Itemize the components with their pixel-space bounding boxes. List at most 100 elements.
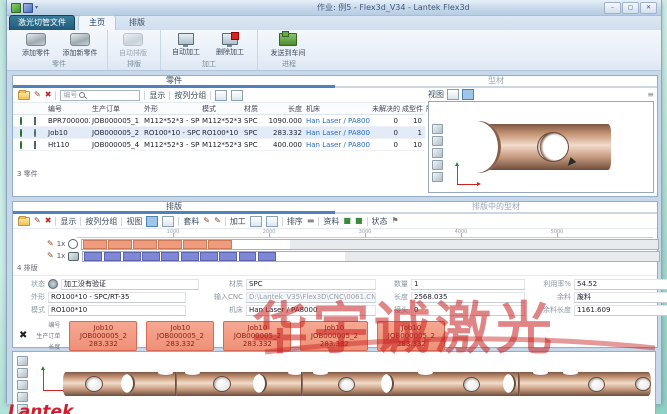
bar-view-icon[interactable] (146, 216, 158, 227)
tab-home[interactable]: 主页 (78, 15, 116, 30)
edit-icon[interactable]: ✎ (34, 91, 41, 99)
delete-icon[interactable]: ✖ (45, 217, 52, 225)
table-view-icon[interactable] (162, 216, 174, 227)
table-row[interactable]: Ht110JOB000005_4M112*52*3 - SPCM112*52*3… (13, 139, 425, 151)
open-icon[interactable] (18, 217, 30, 226)
nest-segment[interactable] (183, 240, 206, 249)
nest-segment[interactable] (84, 252, 102, 261)
show-button[interactable]: 显示 (60, 216, 76, 227)
auto-nest-button[interactable]: 自动排版 (112, 32, 154, 58)
nest-segment[interactable] (133, 240, 156, 249)
job-card[interactable]: Job10JOB000005_2283.332 (223, 321, 291, 351)
tab-profiles[interactable]: 型材 (335, 76, 657, 88)
machining2-icon[interactable] (266, 216, 278, 227)
save-icon[interactable] (23, 3, 33, 13)
info-value[interactable]: 54.52 (574, 279, 667, 290)
list-view-icon[interactable] (215, 90, 227, 101)
zoom-icon[interactable] (432, 148, 443, 158)
show-button[interactable]: 显示 (149, 90, 165, 101)
nest-segment[interactable] (258, 252, 276, 261)
nest-segment[interactable] (219, 252, 237, 261)
nest-bar-track[interactable] (82, 251, 660, 262)
info-value[interactable]: 废料 (574, 292, 667, 303)
info-value[interactable]: 0 (411, 305, 525, 316)
view-3d-icon[interactable] (462, 89, 474, 100)
zoom-icon[interactable] (17, 380, 28, 390)
info-value[interactable]: 1161.609 (574, 305, 667, 316)
info-value[interactable]: D:\Lantek_V35\Flex3D\CNC\0061.CNC (246, 292, 376, 303)
info-value[interactable]: SPC (246, 279, 376, 290)
minimize-button[interactable]: – (604, 2, 621, 14)
nest-segment[interactable] (158, 240, 181, 249)
nest-row[interactable]: ✎1x (13, 250, 657, 262)
cube-icon[interactable] (17, 392, 28, 402)
machining-icon[interactable] (250, 216, 262, 227)
nest-3d-view[interactable] (12, 351, 656, 414)
data2-icon[interactable]: ■ (355, 217, 363, 225)
nest-segment[interactable] (208, 240, 231, 249)
auto-machine-button[interactable]: 自动加工 (165, 32, 207, 57)
menu-icon[interactable]: ≡ (647, 90, 654, 99)
nest-row[interactable]: ✎1x (13, 238, 657, 250)
maximize-button[interactable]: ▢ (622, 2, 639, 14)
delete-machining-button[interactable]: 删除加工 (209, 32, 251, 57)
tab-nesting[interactable]: 排版 (13, 202, 335, 214)
group-by-column-button[interactable]: 按列分组 (85, 216, 117, 227)
detail-view-icon[interactable] (231, 90, 243, 101)
open-icon[interactable] (18, 91, 30, 100)
nest-segment[interactable] (142, 252, 160, 261)
cube-icon[interactable] (17, 356, 28, 366)
delete-icon[interactable]: ✖ (45, 91, 52, 99)
job-card[interactable]: Job10JOB000005_2283.332 (69, 321, 137, 351)
tab-nested-profiles[interactable]: 排版中的型材 (335, 202, 657, 214)
edit-icon[interactable]: ✎ (47, 252, 54, 260)
nest-bar-track[interactable] (81, 239, 659, 250)
job-card[interactable]: Job10JOB000005_2283.332 (300, 321, 368, 351)
app-menu-tab[interactable]: 激光切管文件 (9, 15, 75, 30)
send-to-workshop-button[interactable]: 发送到车间 (262, 32, 314, 58)
chevron-down-icon[interactable]: ▾ (35, 4, 38, 11)
close-button[interactable]: ✕ (640, 2, 657, 14)
view-2d-icon[interactable] (447, 89, 459, 100)
table-row[interactable]: BPR7000003JOB000005_1M112*52*3 - SPCM112… (13, 115, 425, 127)
nest-segment[interactable] (108, 240, 131, 249)
part-3d-view[interactable] (428, 101, 654, 193)
nest-segment[interactable] (104, 252, 122, 261)
nest-pen-icon[interactable]: ✎ (203, 217, 210, 225)
flag-icon[interactable]: ⚑ (392, 217, 399, 225)
tab-nesting[interactable]: 排版 (119, 16, 155, 30)
add-part-button[interactable]: 添加零件 (15, 32, 57, 58)
info-value[interactable]: 加工没有验证 (61, 279, 199, 290)
info-value[interactable]: RO100*10 (48, 305, 186, 316)
table-cell: JOB000005_1 (90, 117, 142, 125)
job-card[interactable]: Job10JOB000005_2283.332 (377, 321, 445, 351)
nest-segment[interactable] (200, 252, 218, 261)
job-card[interactable]: Job10JOB000005_2283.332 (146, 321, 214, 351)
remove-icon[interactable]: ✖ (19, 330, 27, 341)
table-row[interactable]: Job10JOB000005_2RO100*10 - SPCRO100*10SP… (13, 127, 425, 139)
search-input[interactable]: 编号 (60, 90, 140, 101)
nest-segment[interactable] (239, 252, 257, 261)
cube-icon[interactable] (432, 172, 443, 182)
group-by-column-button[interactable]: 按列分组 (174, 90, 206, 101)
info-value[interactable]: 2568.035 (411, 292, 525, 303)
edit-icon[interactable]: ✎ (34, 217, 41, 225)
nest-segment[interactable] (161, 252, 179, 261)
info-value[interactable]: Han Laser / PA8000 (246, 305, 376, 316)
info-value[interactable]: 1 (411, 279, 525, 290)
info-value[interactable]: RO100*10 - SPC/RT-35 (48, 292, 186, 303)
nest-pen2-icon[interactable]: ✎ (214, 217, 221, 225)
add-new-part-button[interactable]: 添加新零件 (59, 32, 101, 58)
tab-parts[interactable]: 零件 (13, 76, 335, 88)
app-icon[interactable] (11, 3, 21, 13)
nest-segment[interactable] (83, 240, 106, 249)
nest-segment[interactable] (181, 252, 199, 261)
cube-icon[interactable] (17, 368, 28, 378)
order-icon[interactable]: ▬ (307, 217, 315, 225)
nest-segment[interactable] (123, 252, 141, 261)
cube-icon[interactable] (432, 136, 443, 146)
cube-icon[interactable] (432, 160, 443, 170)
data-icon[interactable]: ■ (343, 217, 351, 225)
cube-icon[interactable] (432, 124, 443, 134)
edit-icon[interactable]: ✎ (47, 240, 54, 248)
